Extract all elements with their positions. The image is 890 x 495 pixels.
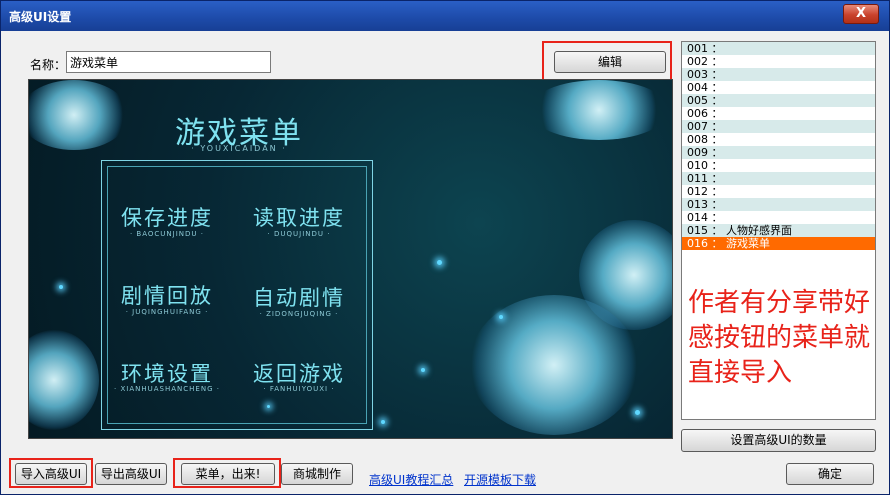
list-item[interactable]: 005 ：: [682, 94, 875, 107]
name-label: 名称：: [30, 58, 67, 72]
list-item[interactable]: 002 ：: [682, 55, 875, 68]
glow-dot: [381, 420, 385, 424]
glow-dot: [421, 368, 425, 372]
preview-title-pinyin: · YOUXICAIDAN ·: [191, 144, 287, 153]
list-item[interactable]: 014 ：: [682, 211, 875, 224]
menu-item-settings-pinyin: · XIANHUASHANCHENG ·: [114, 385, 220, 393]
glow-dot: [635, 410, 640, 415]
list-item[interactable]: 012 ：: [682, 185, 875, 198]
template-download-link[interactable]: 开源模板下载: [464, 471, 536, 488]
name-input[interactable]: [66, 51, 271, 73]
list-item[interactable]: 003 ：: [682, 68, 875, 81]
menu-out-button[interactable]: 菜单，出来!: [181, 463, 275, 485]
close-button[interactable]: X: [843, 4, 879, 24]
list-item[interactable]: 006 ：: [682, 107, 875, 120]
list-item[interactable]: 009 ：: [682, 146, 875, 159]
menu-item-replay: 剧情回放: [121, 284, 213, 308]
list-item[interactable]: 001 ：: [682, 42, 875, 55]
dialog-body: 名称： 编辑 游戏菜单 · YOUXICAIDAN · 保存进度 · BAOCU…: [6, 31, 884, 489]
window-title: 高级UI设置: [9, 10, 72, 24]
menu-item-auto-pinyin: · ZIDONGJUQING ·: [259, 310, 339, 318]
menu-item-load-pinyin: · DUQUJINDU ·: [267, 230, 331, 238]
list-item[interactable]: 010 ：: [682, 159, 875, 172]
menu-item-save-pinyin: · BAOCUNJINDU ·: [129, 230, 204, 238]
title-bar: 高级UI设置 X: [1, 1, 889, 31]
menu-item-replay-pinyin: · JUQINGHUIFANG ·: [125, 308, 209, 316]
list-item[interactable]: 008 ：: [682, 133, 875, 146]
list-item-selected[interactable]: 016 ： 游戏菜单: [682, 237, 875, 250]
glow-dot: [437, 260, 442, 265]
list-item[interactable]: 007 ：: [682, 120, 875, 133]
flower-decoration: [529, 80, 669, 140]
flower-decoration: [469, 295, 639, 435]
menu-preview-image: 游戏菜单 · YOUXICAIDAN · 保存进度 · BAOCUNJINDU …: [28, 79, 673, 439]
menu-item-auto: 自动剧情: [253, 286, 345, 310]
set-count-button[interactable]: 设置高级UI的数量: [681, 429, 876, 452]
menu-item-settings: 环境设置: [121, 362, 213, 386]
import-button[interactable]: 导入高级UI: [15, 463, 87, 485]
ok-button[interactable]: 确定: [786, 463, 874, 485]
list-item[interactable]: 004 ：: [682, 81, 875, 94]
menu-item-return-pinyin: · FANHUIYOUXI ·: [263, 385, 335, 393]
tutorial-link[interactable]: 高级UI教程汇总: [369, 471, 453, 488]
export-button[interactable]: 导出高级UI: [95, 463, 167, 485]
annotation-note: 作者有分享带好感按钮的菜单就直接导入: [688, 288, 871, 388]
advanced-ui-settings-window: 高级UI设置 X 名称： 编辑 游戏菜单 · YOUXICAIDAN · 保存进…: [0, 0, 890, 495]
flower-decoration: [29, 330, 99, 430]
menu-item-save: 保存进度: [121, 206, 213, 230]
list-item[interactable]: 015 ： 人物好感界面: [682, 224, 875, 237]
shop-button[interactable]: 商城制作: [281, 463, 353, 485]
edit-button[interactable]: 编辑: [554, 51, 666, 73]
glow-dot: [499, 315, 503, 319]
menu-item-return: 返回游戏: [253, 362, 345, 386]
list-item[interactable]: 013 ：: [682, 198, 875, 211]
list-item[interactable]: 011 ：: [682, 172, 875, 185]
menu-item-load: 读取进度: [253, 206, 345, 230]
glow-dot: [59, 285, 63, 289]
